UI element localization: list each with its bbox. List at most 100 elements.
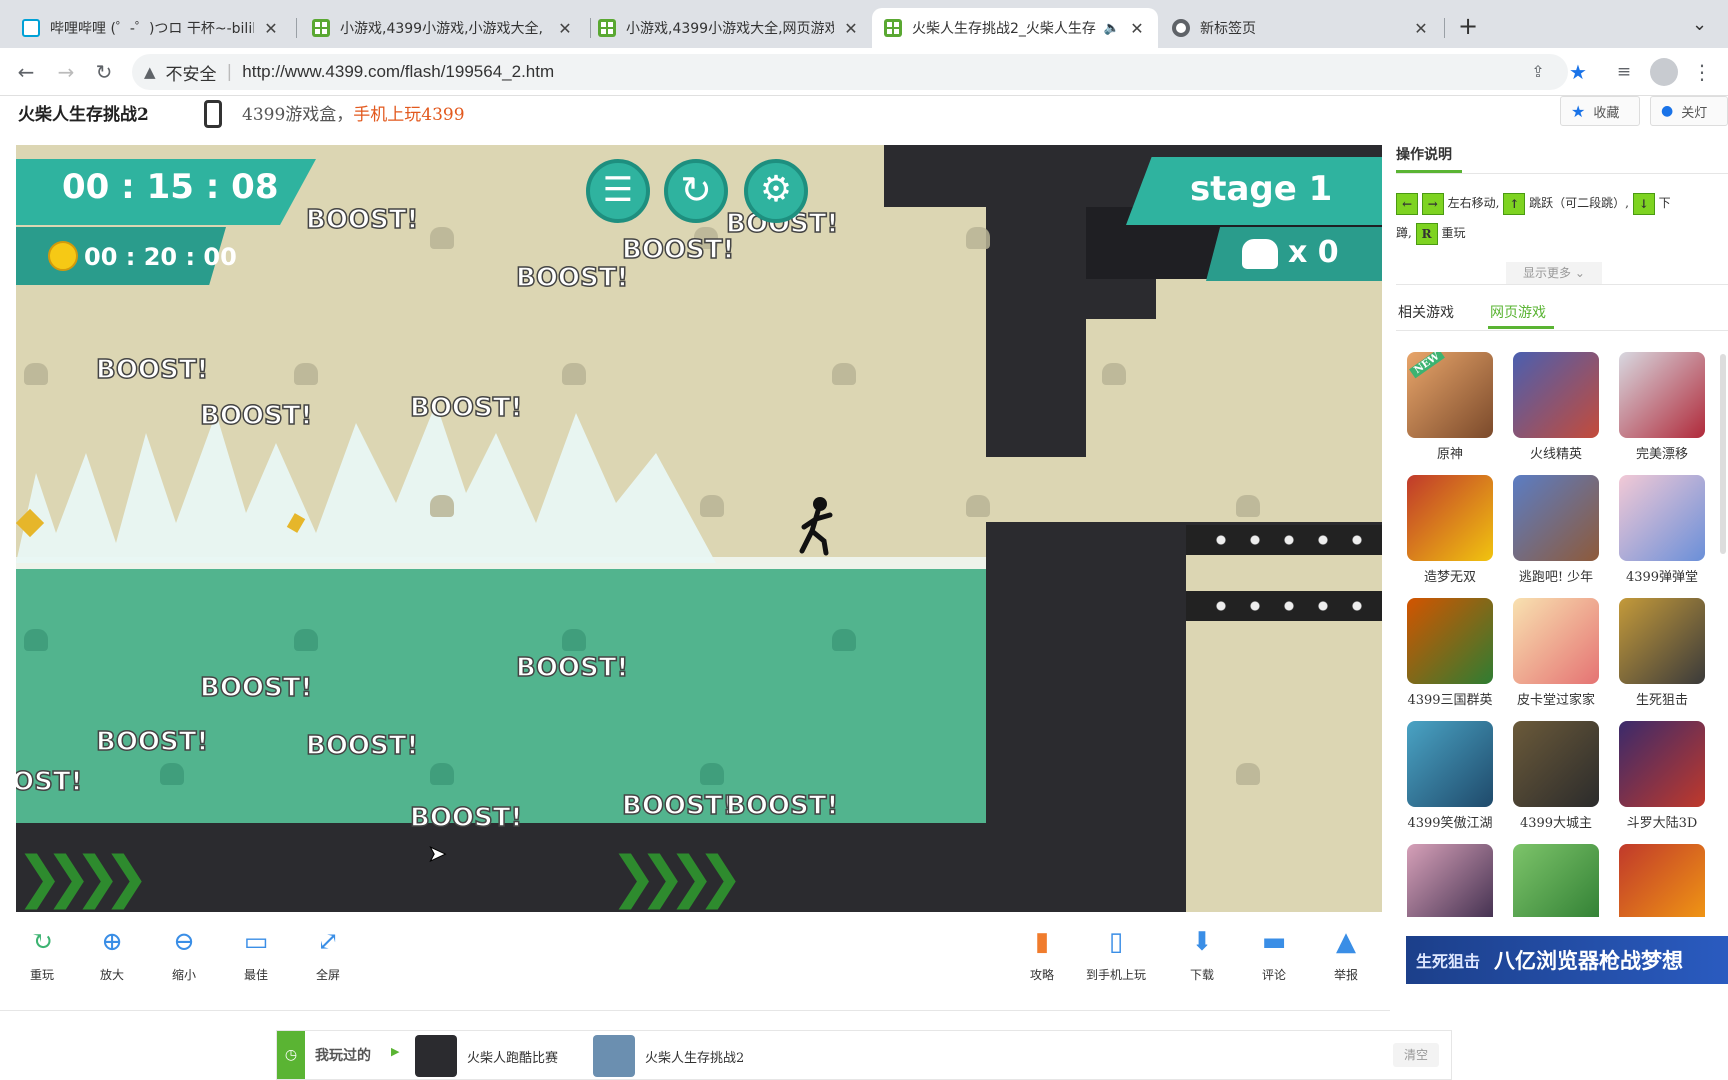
divider — [1396, 284, 1728, 285]
game-thumb[interactable] — [415, 1035, 457, 1077]
recent-game[interactable]: 火柴人跑酷比赛 — [467, 1047, 558, 1066]
game-tile[interactable]: 4399弹弹堂 — [1614, 475, 1710, 585]
water-body — [16, 569, 986, 823]
menu-list-button[interactable]: ☰ — [586, 159, 650, 223]
game-name[interactable]: 4399笑傲江湖 — [1402, 812, 1498, 831]
bilibili-icon — [22, 19, 40, 37]
forward-icon[interactable]: → — [52, 58, 80, 86]
tab-4399-home[interactable]: 小游戏,4399小游戏,小游戏大全, ✕ — [300, 8, 586, 48]
settings-gear-button[interactable]: ⚙ — [744, 159, 808, 223]
game-tile[interactable]: 逃跑吧! 少年 — [1508, 475, 1604, 585]
lights-off-button[interactable]: ● 关灯 — [1650, 96, 1728, 126]
game-name[interactable]: 生死狙击 — [1614, 689, 1710, 708]
tab-stickman-active[interactable]: 火柴人生存挑战2_火柴人生存 🔈 ✕ — [872, 8, 1158, 48]
close-icon[interactable]: ✕ — [262, 19, 280, 38]
close-icon[interactable]: ✕ — [842, 19, 860, 38]
game-tile[interactable]: 生死狙击 — [1614, 598, 1710, 708]
game-tile[interactable]: 皮卡堂过家家 — [1508, 598, 1604, 708]
game-thumbnail[interactable] — [1513, 475, 1599, 561]
tab-divider — [1444, 18, 1445, 38]
game-thumbnail[interactable] — [1619, 598, 1705, 684]
tool-report[interactable]: ▲ 举报 — [1316, 926, 1376, 983]
tool-zoom-out[interactable]: ⊖ 缩小 — [154, 926, 214, 983]
profile-avatar[interactable] — [1650, 58, 1678, 86]
game-name[interactable]: 皮卡堂过家家 — [1508, 689, 1604, 708]
close-icon[interactable]: ✕ — [556, 19, 574, 38]
game-thumbnail[interactable] — [1513, 598, 1599, 684]
game-name[interactable]: 火线精英 — [1508, 443, 1604, 462]
share-icon[interactable]: ⇪ — [1524, 58, 1552, 86]
tool-comment[interactable]: ▬ 评论 — [1244, 926, 1304, 983]
game-thumbnail[interactable]: NEW — [1407, 352, 1493, 438]
promo-link[interactable]: 手机上玩4399 — [353, 105, 464, 125]
speaker-icon[interactable]: 🔈 — [1104, 21, 1120, 36]
new-tab-button[interactable]: + — [1458, 14, 1478, 38]
tab-search-button[interactable]: ⌄ — [1692, 14, 1707, 35]
game-thumbnail[interactable] — [1513, 844, 1599, 917]
tool-zoom-in[interactable]: ⊕ 放大 — [82, 926, 142, 983]
tool-guide[interactable]: ▮ 攻略 — [1012, 926, 1072, 983]
close-icon[interactable]: ✕ — [1128, 19, 1146, 38]
game-tile[interactable] — [1402, 844, 1498, 917]
game-thumbnail[interactable] — [1513, 352, 1599, 438]
game-thumbnail[interactable] — [1619, 844, 1705, 917]
restart-button[interactable]: ↻ — [664, 159, 728, 223]
menu-icon[interactable]: ⋮ — [1688, 58, 1716, 86]
tool-label: 重玩 — [29, 968, 54, 982]
tab-4399-web[interactable]: 小游戏,4399小游戏大全,网页游戏 ✕ — [586, 8, 872, 48]
game-tile[interactable] — [1614, 844, 1710, 917]
scrollbar[interactable] — [1720, 354, 1726, 554]
close-icon[interactable]: ✕ — [1412, 19, 1430, 38]
game-name[interactable]: 4399三国群英 — [1402, 689, 1498, 708]
url-text[interactable]: http://www.4399.com/flash/199564_2.htm — [242, 62, 554, 82]
game-name[interactable]: 斗罗大陆3D — [1614, 812, 1710, 831]
game-tile[interactable] — [1508, 844, 1604, 917]
game-thumbnail[interactable] — [1407, 844, 1493, 917]
tool-replay[interactable]: ↻ 重玩 — [12, 926, 72, 983]
game-tile[interactable]: 火线精英 — [1508, 352, 1604, 462]
favorite-button[interactable]: ★ 收藏 — [1560, 96, 1640, 126]
game-thumbnail[interactable] — [1619, 475, 1705, 561]
game-name[interactable]: 4399弹弹堂 — [1614, 566, 1710, 585]
game-tile[interactable]: 4399三国群英 — [1402, 598, 1498, 708]
game-name[interactable]: 完美漂移 — [1614, 443, 1710, 462]
tab-web-games[interactable]: 网页游戏 — [1490, 302, 1546, 322]
game-name[interactable]: 逃跑吧! 少年 — [1508, 566, 1604, 585]
game-thumbnail[interactable] — [1619, 352, 1705, 438]
game-tile[interactable]: 4399大城主 — [1508, 721, 1604, 831]
promo-text[interactable]: 4399游戏盒，手机上玩4399 — [242, 100, 465, 125]
game-name[interactable]: 造梦无双 — [1402, 566, 1498, 585]
game-tile[interactable]: 完美漂移 — [1614, 352, 1710, 462]
bookmark-star-icon[interactable]: ★ — [1564, 58, 1592, 86]
game-thumbnail[interactable] — [1407, 475, 1493, 561]
reload-icon[interactable]: ↻ — [90, 58, 118, 86]
warning-icon[interactable]: ▲ — [144, 63, 156, 81]
game-tile[interactable]: 4399笑傲江湖 — [1402, 721, 1498, 831]
clear-button[interactable]: 清空 — [1393, 1043, 1439, 1067]
game-tile[interactable]: NEW 原神 — [1402, 352, 1498, 462]
game-canvas[interactable]: ❯❯❯❯ ❯❯❯❯ BOOST! BOOST! BOOST! BOOST! BO… — [16, 145, 1382, 912]
reading-list-icon[interactable]: ≡ — [1610, 58, 1638, 86]
security-label[interactable]: 不安全 — [166, 60, 217, 85]
show-more-button[interactable]: 显示更多 ⌄ — [1506, 262, 1602, 284]
game-thumbnail[interactable] — [1513, 721, 1599, 807]
game-name[interactable]: 4399大城主 — [1508, 812, 1604, 831]
tool-best-fit[interactable]: ▭ 最佳 — [226, 926, 286, 983]
game-thumbnail[interactable] — [1407, 598, 1493, 684]
back-icon[interactable]: ← — [12, 58, 40, 86]
game-name[interactable]: 原神 — [1402, 443, 1498, 462]
address-bar[interactable]: ▲ 不安全 | http://www.4399.com/flash/199564… — [132, 54, 1568, 90]
ad-banner[interactable]: 生死狙击 八亿浏览器枪战梦想 — [1406, 936, 1728, 984]
game-thumb[interactable] — [593, 1035, 635, 1077]
tab-bilibili[interactable]: 哔哩哔哩 (゜-゜)つロ 干杯~-bilil ✕ — [10, 8, 292, 48]
tab-related-games[interactable]: 相关游戏 — [1398, 302, 1454, 322]
game-tile[interactable]: 造梦无双 — [1402, 475, 1498, 585]
game-tile[interactable]: 斗罗大陆3D — [1614, 721, 1710, 831]
game-thumbnail[interactable] — [1619, 721, 1705, 807]
recent-game[interactable]: 火柴人生存挑战2 — [645, 1047, 744, 1066]
tool-fullscreen[interactable]: ⤢ 全屏 — [298, 926, 358, 983]
tool-play-on-phone[interactable]: ▯ 到手机上玩 — [1084, 926, 1148, 983]
tab-new-tab[interactable]: 新标签页 ✕ — [1160, 8, 1442, 48]
game-thumbnail[interactable] — [1407, 721, 1493, 807]
tool-download[interactable]: ⬇ 下载 — [1172, 926, 1232, 983]
